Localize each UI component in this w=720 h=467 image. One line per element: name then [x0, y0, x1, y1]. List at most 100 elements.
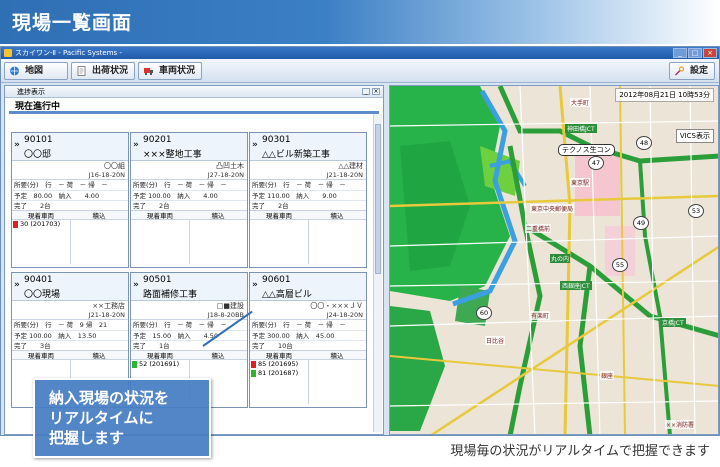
contractor-name: △△建材 — [338, 162, 363, 170]
grid-header-cell: 積込 — [211, 352, 225, 360]
vehicle-marker[interactable]: 47 — [588, 156, 604, 170]
duration-row: 所要(分) 行 － 荷 9 帰 21 — [14, 321, 108, 329]
route-id: J21-18-20N — [250, 171, 366, 180]
grid-header-cell: 現着車両 — [28, 352, 54, 360]
section-label: 現在進行中 — [9, 100, 379, 114]
callout-line: リアルタイムに — [49, 409, 154, 427]
plan-row: 予定 110.00 納入 9.00 — [250, 190, 366, 200]
grid-header-cell: 現着車両 — [28, 212, 54, 220]
duration-row: 所要(分) 行 － 荷 － 帰 － — [252, 181, 346, 189]
landmark-label[interactable]: テクノス生コン — [558, 144, 615, 156]
vehicle-entry[interactable]: 85 (201695) — [250, 360, 308, 369]
settings-label: 設定 — [690, 66, 709, 76]
loading-column[interactable] — [309, 220, 367, 264]
map-button[interactable]: 地図 — [4, 62, 68, 80]
arrived-vehicles-column[interactable]: 85 (201695) 81 (201687) — [250, 360, 309, 404]
vehicle-entry[interactable]: 30 (201703) — [12, 220, 70, 229]
scrollbar-thumb[interactable] — [375, 124, 381, 274]
settings-button[interactable]: 設定 — [669, 62, 715, 80]
vehicle-marker[interactable]: 55 — [612, 258, 628, 272]
panel-title: 進捗表示 — [17, 88, 45, 96]
plan-row: 予定 100.00 納入 4.00 — [131, 190, 247, 200]
site-code: 90601 — [262, 275, 291, 285]
expand-icon[interactable]: » — [133, 280, 139, 290]
card-header[interactable]: » 90401 〇〇現場 — [12, 273, 128, 301]
expand-icon[interactable]: » — [14, 140, 20, 150]
vehicle-entry[interactable]: 81 (201687) — [250, 369, 308, 378]
vehicle-entry[interactable]: 52 (201691) — [131, 360, 189, 369]
done-row: 完了 10台 — [250, 340, 366, 350]
expand-icon[interactable]: » — [252, 140, 258, 150]
panel-scrollbar[interactable] — [373, 114, 382, 432]
done-row: 完了 1台 — [131, 340, 247, 350]
site-card[interactable]: » 90301 △△ビル新築工事 △△建材 J21-18-20N 所要(分) 行 － 荷 … — [249, 132, 367, 268]
vehicle-grid: 30 (201703) — [12, 220, 128, 264]
grid-header-cell: 現着車両 — [147, 352, 173, 360]
window-title: スカイワン-Ⅱ - Pacific Systems - — [15, 49, 122, 57]
route-id: J18-8-20BB — [131, 311, 247, 320]
site-name: 路面補修工事 — [143, 290, 198, 300]
route-id: J27-18-20N — [131, 171, 247, 180]
truck-icon — [144, 68, 153, 75]
expand-icon[interactable]: » — [14, 280, 20, 290]
card-header[interactable]: » 90601 △△高層ビル — [250, 273, 366, 301]
card-header[interactable]: » 90301 △△ビル新築工事 — [250, 133, 366, 161]
plan-row: 予定 80.00 納入 4.00 — [12, 190, 128, 200]
site-card[interactable]: » 90101 〇〇邸 〇〇組 J16-18-20N 所要(分) 行 － 荷 － 帰 －予… — [11, 132, 129, 268]
vehicle-grid — [250, 220, 366, 264]
vehicle-status-button[interactable]: 車両状況 — [138, 62, 202, 80]
vehicle-marker[interactable]: 60 — [476, 306, 492, 320]
expand-icon[interactable]: » — [133, 140, 139, 150]
done-row: 完了 3台 — [12, 340, 128, 350]
card-header[interactable]: » 90501 路面補修工事 — [131, 273, 247, 301]
caption: 現場毎の状況がリアルタイムで把握できます — [450, 444, 710, 459]
site-card[interactable]: » 90201 ×××整地工事 凸凹土木 J27-18-20N 所要(分) 行 － 荷 －… — [130, 132, 248, 268]
vehicle-status-label: 車両状況 — [159, 66, 196, 76]
close-button[interactable]: × — [703, 48, 717, 58]
map-jct-label: 西銀座JCT — [560, 281, 592, 290]
arrived-vehicles-column[interactable] — [131, 220, 190, 264]
grid-header-cell: 現着車両 — [266, 352, 292, 360]
vehicle-marker[interactable]: 48 — [636, 136, 652, 150]
map-jct-label: 神田橋JCT — [565, 124, 597, 133]
grid-header-cell: 現着車両 — [266, 212, 292, 220]
loading-column[interactable] — [71, 220, 129, 264]
globe-icon — [10, 66, 19, 76]
contractor-name: □■建設 — [216, 302, 244, 310]
card-header[interactable]: » 90101 〇〇邸 — [12, 133, 128, 161]
map-place-label: 有楽町 — [530, 311, 551, 320]
site-card[interactable]: » 90601 △△高層ビル 〇〇・×××ＪＶ J24-18-20N 所要(分) 行 － … — [249, 272, 367, 408]
vehicle-marker[interactable]: 53 — [688, 204, 704, 218]
contractor-name: ××工務店 — [92, 302, 125, 310]
minimize-button[interactable]: _ — [673, 48, 687, 58]
plan-row: 予定 300.00 納入 45.00 — [250, 330, 366, 340]
shipping-status-button[interactable]: 出荷状況 — [71, 62, 135, 80]
contractor-name: 〇〇・×××ＪＶ — [310, 302, 363, 310]
vehicle-status-icon — [132, 361, 137, 368]
site-name: 〇〇邸 — [24, 150, 52, 160]
panel-close-button[interactable]: × — [372, 88, 380, 95]
maximize-button[interactable]: □ — [688, 48, 702, 58]
site-code: 90201 — [143, 135, 172, 145]
grid-header-cell: 積込 — [211, 212, 225, 220]
expand-icon[interactable]: » — [252, 280, 258, 290]
vehicle-grid-header: 現着車両 積込 — [250, 210, 366, 220]
card-header[interactable]: » 90201 ×××整地工事 — [131, 133, 247, 161]
vics-toggle-button[interactable]: VICS表示 — [675, 129, 714, 143]
panel-minimize-button[interactable]: _ — [362, 88, 370, 95]
loading-column[interactable] — [190, 220, 248, 264]
plan-row: 予定 100.00 納入 13.50 — [12, 330, 128, 340]
loading-column[interactable] — [309, 360, 367, 404]
vehicle-marker[interactable]: 49 — [633, 216, 649, 230]
arrived-vehicles-column[interactable]: 30 (201703) — [12, 220, 71, 264]
grid-header-cell: 積込 — [92, 212, 106, 220]
done-row: 完了 2台 — [131, 200, 247, 210]
map-view[interactable]: 2012年08月21日 10時53分 VICS表示 テクノス生コン 48 47 … — [389, 85, 719, 435]
map-place-label: 東京駅 — [570, 178, 591, 187]
site-name: △△ビル新築工事 — [262, 150, 330, 160]
map-place-label: 東京中央郵便局 — [530, 204, 575, 213]
vehicle-label: 85 (201695) — [258, 360, 299, 368]
route-id: J21-18-20N — [12, 311, 128, 320]
arrived-vehicles-column[interactable] — [250, 220, 309, 264]
callout-line: 納入現場の状況を — [49, 389, 170, 407]
